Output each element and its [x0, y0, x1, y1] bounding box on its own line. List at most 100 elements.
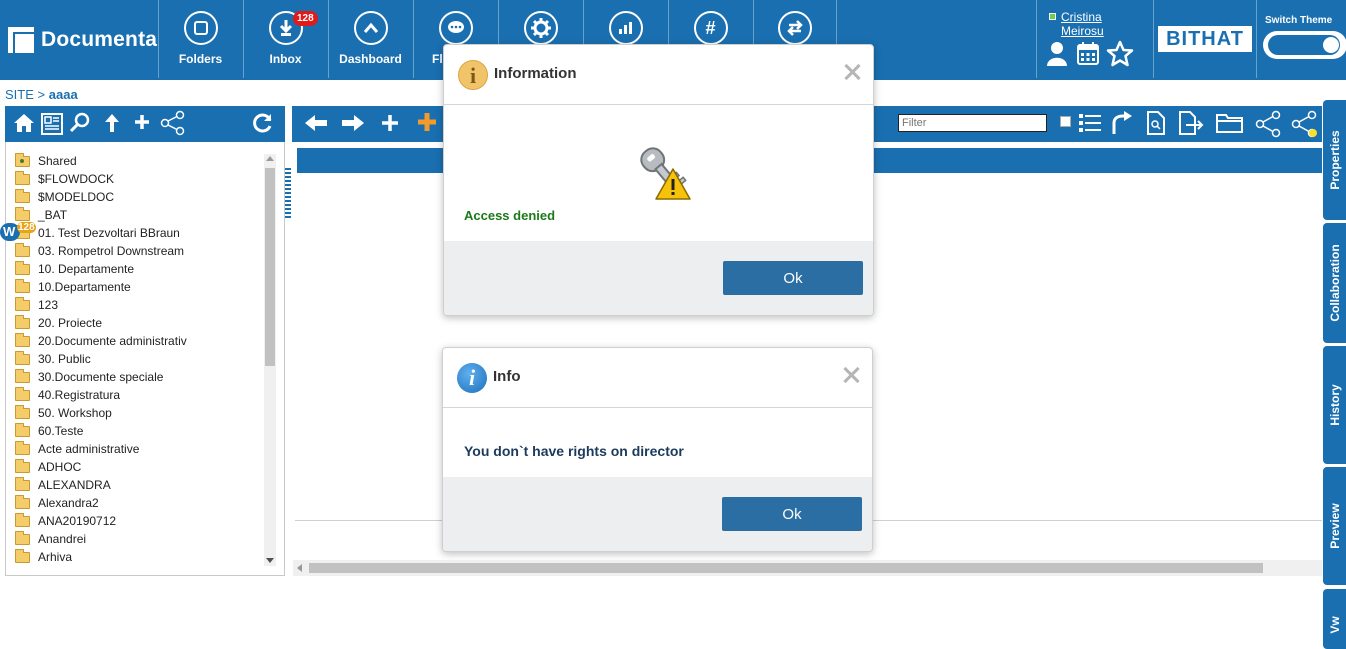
redo-arrow-icon[interactable]	[1109, 110, 1133, 136]
tree-item-label: $FLOWDOCK	[38, 172, 115, 186]
ok-button[interactable]: Ok	[722, 497, 862, 531]
tree-item-label: 40.Registratura	[38, 388, 121, 402]
information-dialog-title: Information	[494, 65, 577, 82]
partner-logo: BITHAT	[1158, 26, 1252, 52]
folder-icon	[15, 170, 30, 185]
no-rights-message: You don`t have rights on director	[464, 443, 684, 459]
tree-item[interactable]: ALEXANDRA	[15, 476, 265, 494]
ok-button[interactable]: Ok	[723, 261, 863, 295]
tree-item-label: Anandrei	[38, 532, 87, 546]
tree-item[interactable]: 03. Rompetrol Downstream	[15, 242, 265, 260]
settings-icon	[523, 11, 558, 45]
folder-open-icon[interactable]	[1216, 112, 1244, 134]
add-icon[interactable]	[134, 114, 150, 130]
close-icon[interactable]	[841, 61, 863, 83]
home-icon[interactable]	[13, 113, 35, 133]
new-document-icon[interactable]	[417, 112, 437, 132]
folders-icon	[183, 11, 218, 45]
tree-item-label: ADHOC	[38, 460, 82, 474]
tree-item-label: $MODELDOC	[38, 190, 115, 204]
grid-horizontal-scrollbar[interactable]	[293, 560, 1322, 576]
resize-handle[interactable]	[285, 168, 291, 218]
folder-tree-panel: Shared $FLOWDOCK $MODELDOC _BAT 01. Test Dez…	[5, 142, 285, 576]
tree-item[interactable]: 10. Departamente	[15, 260, 265, 278]
breadcrumb: SITE > aaaa	[5, 87, 78, 102]
tab-collaboration[interactable]: Collaboration	[1323, 223, 1346, 343]
tree-item[interactable]: ANA20190712	[15, 512, 265, 530]
folder-icon	[15, 260, 30, 275]
folder-icon	[15, 278, 30, 293]
tree-item[interactable]: _BAT	[15, 206, 265, 224]
search-icon[interactable]	[69, 112, 91, 134]
tree-item[interactable]: 30. Public	[15, 350, 265, 368]
app-logo[interactable]: Documenta	[8, 26, 157, 54]
tab-history-label: History	[1327, 384, 1342, 426]
filter-input[interactable]	[898, 114, 1047, 132]
tree-item-label: _BAT	[38, 208, 68, 222]
tree-item[interactable]: Arhiva	[15, 548, 265, 566]
new-item-icon[interactable]	[381, 114, 399, 132]
tree-item-label: Acte administrative	[38, 442, 140, 456]
w-badge-count: 128	[17, 222, 36, 233]
tree-item[interactable]: 50. Workshop	[15, 404, 265, 422]
tree-item[interactable]: 40.Registratura	[15, 386, 265, 404]
tab-history[interactable]: History	[1323, 346, 1346, 464]
share-icon[interactable]	[160, 110, 186, 136]
tab-vw[interactable]: Vw	[1323, 589, 1346, 649]
nav-folders[interactable]: Folders	[158, 0, 242, 78]
folder-icon	[15, 242, 30, 257]
user-profile-icon[interactable]	[1046, 41, 1068, 67]
tree-item[interactable]: 20. Proiecte	[15, 314, 265, 332]
tree-item[interactable]: 20.Documente administrativ	[15, 332, 265, 350]
theme-toggle[interactable]	[1263, 31, 1346, 59]
folder-tree: Shared $FLOWDOCK $MODELDOC _BAT 01. Test Dez…	[15, 152, 265, 566]
select-all-checkbox[interactable]	[1060, 116, 1071, 127]
nav-inbox[interactable]: 128 Inbox	[243, 0, 327, 78]
list-view-icon[interactable]	[1078, 112, 1102, 134]
tree-item[interactable]: 10.Departamente	[15, 278, 265, 296]
tree-item[interactable]: Alexandra2	[15, 494, 265, 512]
share-notify-icon[interactable]	[1290, 110, 1322, 140]
tree-item[interactable]: ADHOC	[15, 458, 265, 476]
up-arrow-icon[interactable]	[104, 113, 120, 133]
close-icon[interactable]	[840, 364, 862, 386]
tree-item[interactable]: Anandrei	[15, 530, 265, 548]
back-arrow-icon[interactable]	[304, 113, 328, 133]
tree-item[interactable]: $FLOWDOCK	[15, 170, 265, 188]
tree-item[interactable]: 30.Documente speciale	[15, 368, 265, 386]
info-dialog-header: i Info	[443, 348, 872, 408]
breadcrumb-root[interactable]: SITE	[5, 87, 34, 102]
transfer-icon	[778, 11, 812, 45]
forward-arrow-icon[interactable]	[341, 113, 365, 133]
user-panel: Cristina Meirosu	[1036, 0, 1154, 78]
tree-item[interactable]: 01. Test Dezvoltari BBraun	[15, 224, 265, 242]
tree-item[interactable]: Shared	[15, 152, 265, 170]
breadcrumb-separator: >	[37, 87, 46, 102]
folder-icon	[15, 350, 30, 365]
document-view-icon[interactable]	[41, 113, 63, 135]
breadcrumb-current[interactable]: aaaa	[49, 87, 78, 102]
tree-item[interactable]: Acte administrative	[15, 440, 265, 458]
document-search-icon[interactable]	[1146, 111, 1166, 135]
favorites-star-icon[interactable]	[1106, 40, 1134, 67]
tree-item-label: 30.Documente speciale	[38, 370, 164, 384]
share-link-icon[interactable]	[1254, 110, 1282, 138]
tree-item[interactable]: 60.Teste	[15, 422, 265, 440]
tree-item[interactable]: 123	[15, 296, 265, 314]
calendar-icon[interactable]	[1077, 42, 1099, 66]
tree-item-label: 10.Departamente	[38, 280, 131, 294]
information-dialog-header: i Information	[444, 45, 873, 105]
switch-theme-label: Switch Theme	[1265, 15, 1333, 26]
refresh-icon[interactable]	[252, 112, 274, 134]
nav-dashboard[interactable]: Dashboard	[328, 0, 412, 78]
tree-item-label: ANA20190712	[38, 514, 117, 528]
tree-toolbar	[5, 106, 285, 142]
tree-item[interactable]: $MODELDOC	[15, 188, 265, 206]
w-notification-badge[interactable]: W 128	[0, 222, 36, 242]
tab-properties[interactable]: Properties	[1323, 100, 1346, 220]
user-name-link[interactable]: Cristina Meirosu	[1061, 10, 1104, 38]
export-document-icon[interactable]	[1178, 111, 1204, 135]
tab-preview[interactable]: Preview	[1323, 467, 1346, 585]
tree-scrollbar[interactable]	[264, 154, 276, 566]
tab-vw-label: Vw	[1327, 616, 1342, 634]
